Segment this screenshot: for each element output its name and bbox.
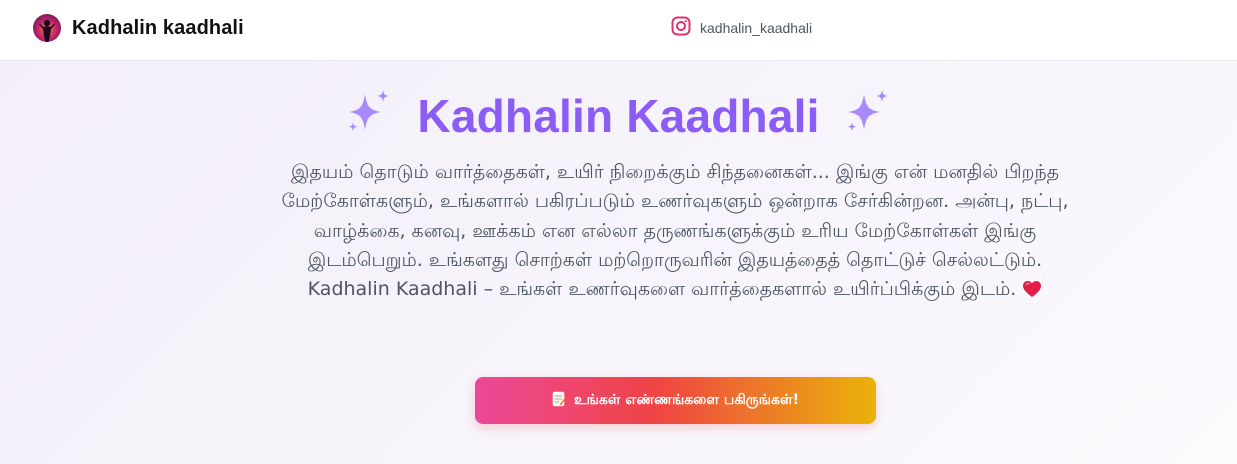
share-thoughts-label: உங்கள் எண்ணங்களை பகிருங்கள்!: [573, 391, 800, 408]
brand[interactable]: Kadhalin kaadhali: [33, 14, 244, 42]
brand-name: Kadhalin kaadhali: [72, 16, 244, 39]
memo-icon: [552, 391, 566, 410]
heart-icon: [1022, 278, 1042, 307]
instagram-handle: kadhalin_kaadhali: [700, 20, 813, 36]
hero-description: இதயம் தொடும் வார்த்தைகள், உயிர் நிறைக்கு…: [280, 158, 1070, 307]
hero-title: Kadhalin Kaadhali: [0, 86, 1237, 146]
instagram-link[interactable]: kadhalin_kaadhali: [671, 16, 813, 40]
sparkles-icon: [842, 86, 894, 146]
hero-description-text: இதயம் தொடும் வார்த்தைகள், உயிர் நிறைக்கு…: [281, 161, 1069, 301]
sparkles-icon: [343, 86, 395, 146]
top-navbar: Kadhalin kaadhali kadhalin_kaadhali: [0, 0, 1237, 61]
instagram-icon: [671, 16, 691, 40]
brand-logo-icon: [33, 14, 61, 42]
share-thoughts-button[interactable]: உங்கள் எண்ணங்களை பகிருங்கள்!: [475, 377, 876, 424]
hero-title-text: Kadhalin Kaadhali: [417, 90, 820, 142]
